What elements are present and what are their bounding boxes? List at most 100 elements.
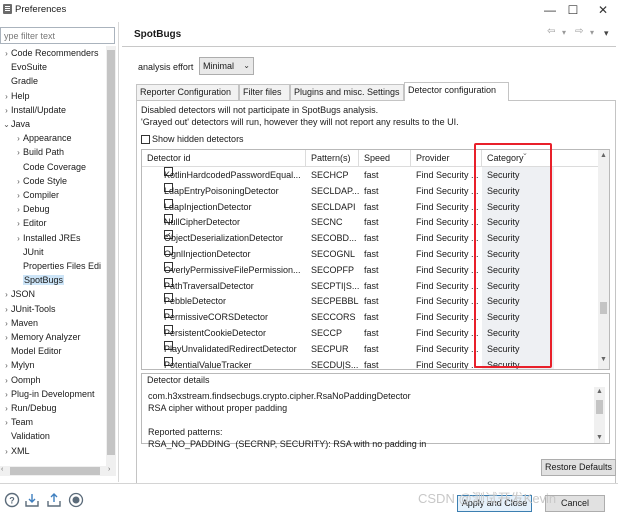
expand-chevron-icon[interactable]: › <box>2 402 11 416</box>
expand-chevron-icon[interactable]: › <box>2 445 11 459</box>
tree-item[interactable]: › Install/Update <box>2 103 66 117</box>
tree-item[interactable]: › Plug-in Development <box>2 387 94 402</box>
tree-item[interactable]: JUnit <box>14 245 44 259</box>
cell-provider: Find Security ... <box>416 201 479 212</box>
close-button[interactable]: ✕ <box>590 0 616 20</box>
scroll-right-arrow-icon[interactable]: › <box>108 466 110 473</box>
tree-item[interactable]: SpotBugs <box>14 273 65 287</box>
tab-reporter-configuration[interactable]: Reporter Configuration <box>136 84 239 100</box>
detector-id: OverlyPermissiveFilePermission... <box>164 264 301 275</box>
tree-item[interactable]: › Installed JREs <box>14 231 80 246</box>
tab-filter-files[interactable]: Filter files <box>239 84 290 100</box>
details-scroll-down-arrow-icon[interactable]: ▼ <box>596 434 603 441</box>
back-arrow-icon[interactable]: ⇦ <box>547 26 555 37</box>
tree-item[interactable]: › Appearance <box>14 131 71 146</box>
tree-item[interactable]: › Editor <box>14 216 46 231</box>
expand-chevron-icon[interactable]: ⌄ <box>2 118 11 132</box>
expand-chevron-icon[interactable]: › <box>2 416 11 430</box>
tree-item[interactable]: Code Coverage <box>14 160 86 174</box>
tree-item[interactable]: › Run/Debug <box>2 401 57 416</box>
details-scroll-up-arrow-icon[interactable]: ▲ <box>596 388 603 395</box>
tree-item[interactable]: › JUnit-Tools <box>2 302 55 317</box>
cell-speed: fast <box>364 170 379 180</box>
column-header-provider[interactable]: Provider <box>411 150 482 167</box>
tree-item[interactable]: › XML <box>2 444 29 459</box>
export-icon[interactable] <box>46 492 62 508</box>
filter-field[interactable] <box>0 27 115 44</box>
tree-vertical-scroll-thumb[interactable] <box>107 50 115 455</box>
column-header-speed[interactable]: Speed <box>359 150 411 167</box>
table-vertical-scroll-thumb[interactable] <box>600 302 607 314</box>
expand-chevron-icon[interactable]: › <box>2 47 11 61</box>
tree-item[interactable]: EvoSuite <box>2 60 47 74</box>
tree-item[interactable]: › Mylyn <box>2 358 34 373</box>
info-line-grayed: 'Grayed out' detectors will run, however… <box>141 117 459 127</box>
cell-speed: fast <box>364 201 379 212</box>
tree-item[interactable]: ⌄Java <box>2 117 30 131</box>
expand-chevron-icon[interactable]: › <box>2 317 11 331</box>
scroll-up-arrow-icon[interactable]: ▲ <box>600 152 607 159</box>
expand-chevron-icon[interactable]: › <box>14 189 23 203</box>
expand-chevron-icon[interactable]: › <box>14 146 23 160</box>
detector-id: KotlinHardcodedPasswordEqual... <box>164 170 301 180</box>
tree-item[interactable]: › JSON <box>2 287 35 301</box>
expand-chevron-icon[interactable]: › <box>14 132 23 146</box>
column-header-detector-id[interactable]: Detector id <box>142 150 306 167</box>
expand-chevron-icon[interactable]: › <box>2 90 11 104</box>
expand-chevron-icon[interactable]: › <box>14 175 23 189</box>
tree-item[interactable]: › Help <box>2 89 29 104</box>
table-vertical-scrollbar[interactable]: ▲ ▼ <box>598 150 609 369</box>
tree-item[interactable]: › Code Recommenders <box>2 46 98 61</box>
restore-defaults-button[interactable]: Restore Defaults <box>541 459 616 476</box>
tree-item[interactable]: Model Editor <box>2 344 62 358</box>
details-vertical-scrollbar[interactable]: ▲ ▼ <box>594 387 605 443</box>
view-menu-icon[interactable]: ▾ <box>604 28 609 39</box>
pane-divider[interactable] <box>118 22 119 482</box>
details-vertical-scroll-thumb[interactable] <box>596 400 603 414</box>
preferences-app-icon <box>3 4 12 14</box>
expand-chevron-icon[interactable]: › <box>14 217 23 231</box>
expand-chevron-icon[interactable]: › <box>2 303 11 317</box>
cell-provider: Find Security ... <box>416 170 479 180</box>
expand-chevron-icon[interactable]: › <box>14 232 23 246</box>
tree-item[interactable]: › Compiler <box>14 188 59 202</box>
tab-detector-configuration[interactable]: Detector configuration <box>404 82 509 101</box>
tree-item[interactable]: › Memory Analyzer <box>2 330 80 345</box>
tree-horizontal-scroll-thumb[interactable] <box>10 467 100 475</box>
back-history-menu-icon[interactable]: ▾ <box>562 28 566 37</box>
cell-pattern: SECNC <box>311 217 343 228</box>
record-icon[interactable] <box>68 492 84 508</box>
cell-pattern: SECPUR <box>311 343 349 354</box>
tree-item[interactable]: Gradle <box>2 74 38 88</box>
tree-item[interactable]: › Team <box>2 415 33 429</box>
expand-chevron-icon[interactable]: › <box>2 288 11 302</box>
tree-item-label: Run/Debug <box>11 403 57 413</box>
filter-input[interactable] <box>1 28 114 43</box>
tree-item[interactable]: › Oomph <box>2 373 40 388</box>
forward-arrow-icon[interactable]: ⇨ <box>575 26 583 37</box>
expand-chevron-icon[interactable]: › <box>14 203 23 217</box>
analysis-effort-select[interactable]: Minimal ⌄ <box>199 57 254 75</box>
scroll-down-arrow-icon[interactable]: ▼ <box>600 356 607 363</box>
tree-item[interactable]: › Debug <box>14 202 49 217</box>
expand-chevron-icon[interactable]: › <box>2 104 11 118</box>
expand-chevron-icon[interactable]: › <box>2 359 11 373</box>
maximize-button[interactable]: ☐ <box>560 0 586 20</box>
column-header-patterns[interactable]: Pattern(s) <box>306 150 359 167</box>
tree-item[interactable]: Properties Files Edi <box>14 259 101 273</box>
category-column-highlight <box>474 143 552 368</box>
tree-item[interactable]: › Maven <box>2 316 38 330</box>
tree-item[interactable]: › Build Path <box>14 145 64 159</box>
show-hidden-checkbox[interactable] <box>141 135 150 144</box>
cell-id: ObjectDeserializationDetector <box>142 230 306 246</box>
import-icon[interactable] <box>24 492 40 508</box>
scroll-left-arrow-icon[interactable]: ‹ <box>1 466 3 473</box>
help-icon[interactable]: ? <box>4 492 20 508</box>
expand-chevron-icon[interactable]: › <box>2 374 11 388</box>
tab-plugins-misc-settings[interactable]: Plugins and misc. Settings <box>290 84 404 100</box>
expand-chevron-icon[interactable]: › <box>2 331 11 345</box>
tree-item[interactable]: Validation <box>2 429 50 443</box>
forward-history-menu-icon[interactable]: ▾ <box>590 28 594 37</box>
tree-item[interactable]: › Code Style <box>14 174 67 188</box>
expand-chevron-icon[interactable]: › <box>2 388 11 402</box>
